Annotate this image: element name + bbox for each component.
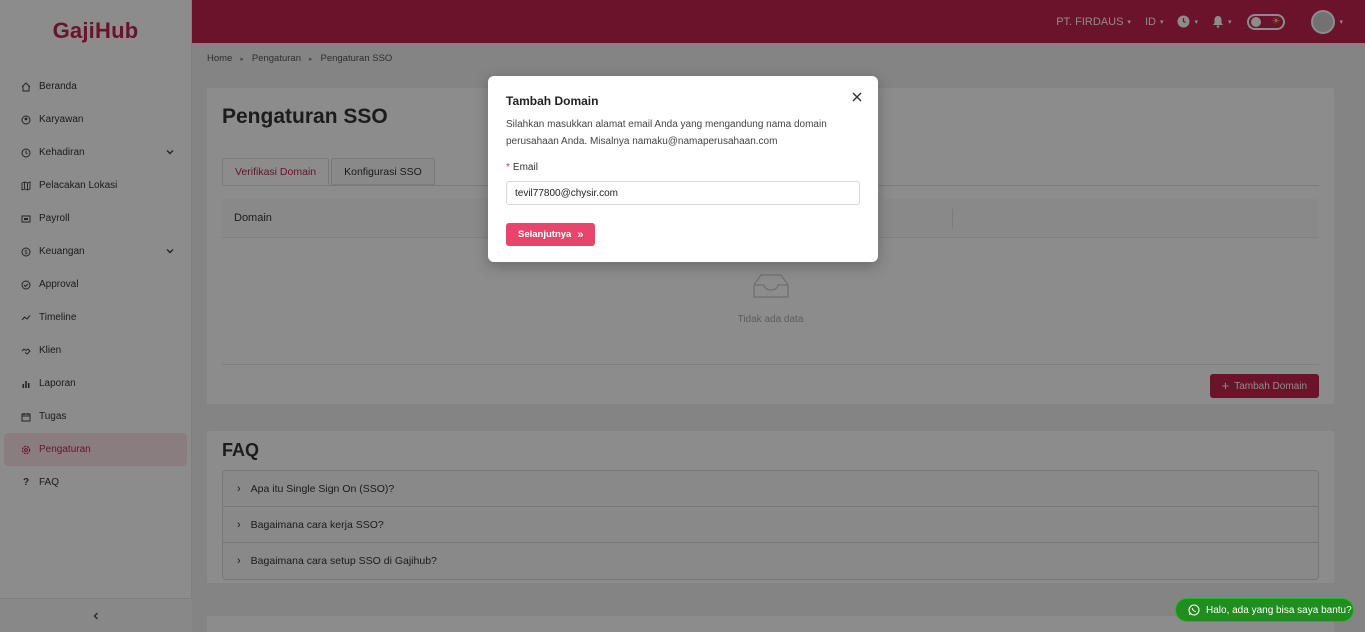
email-label: * Email bbox=[506, 162, 538, 173]
email-input[interactable] bbox=[506, 181, 860, 205]
whatsapp-icon bbox=[1188, 604, 1200, 616]
chat-widget-button[interactable]: Halo, ada yang bisa saya bantu? bbox=[1175, 598, 1354, 622]
next-button[interactable]: Selanjutnya » bbox=[506, 223, 596, 246]
email-label-text: Email bbox=[512, 162, 538, 173]
chat-widget-label: Halo, ada yang bisa saya bantu? bbox=[1206, 604, 1352, 616]
required-mark: * bbox=[506, 162, 510, 173]
close-icon[interactable] bbox=[850, 90, 864, 104]
double-chevron-right-icon: » bbox=[577, 228, 584, 241]
next-button-label: Selanjutnya bbox=[518, 229, 572, 240]
modal-description: Silahkan masukkan alamat email Anda yang… bbox=[506, 119, 827, 147]
modal-title: Tambah Domain bbox=[506, 94, 599, 108]
add-domain-modal: Tambah Domain Silahkan masukkan alamat e… bbox=[488, 76, 878, 262]
